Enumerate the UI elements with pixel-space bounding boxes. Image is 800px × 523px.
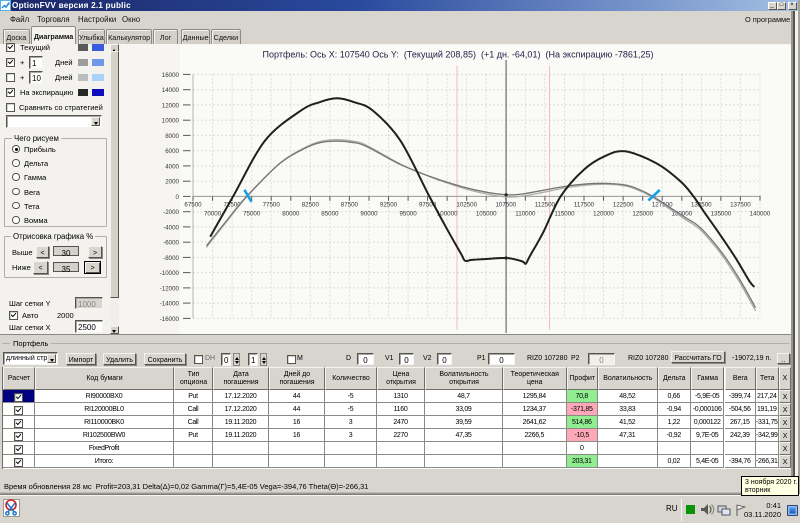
svg-text:85000: 85000: [321, 211, 339, 218]
svg-text:14000: 14000: [162, 87, 180, 94]
svg-text:77500: 77500: [263, 202, 281, 209]
svg-text:-10000: -10000: [160, 270, 180, 277]
svg-text:135000: 135000: [711, 211, 732, 218]
svg-text:Портфель: Ось X: 107540 Ось Y:: Портфель: Ось X: 107540 Ось Y: (Текущий …: [263, 50, 654, 60]
svg-text:110000: 110000: [515, 211, 536, 218]
svg-text:-14000: -14000: [160, 301, 180, 308]
svg-text:16000: 16000: [162, 72, 180, 79]
svg-text:102500: 102500: [456, 202, 477, 209]
svg-text:75000: 75000: [243, 211, 261, 218]
svg-text:80000: 80000: [282, 211, 300, 218]
svg-text:0: 0: [176, 194, 180, 201]
svg-text:12000: 12000: [162, 102, 180, 109]
svg-text:107500: 107500: [495, 202, 516, 209]
svg-text:-12000: -12000: [160, 285, 180, 292]
svg-text:-16000: -16000: [160, 316, 180, 323]
svg-text:87500: 87500: [341, 202, 359, 209]
svg-text:115000: 115000: [554, 211, 575, 218]
svg-text:122500: 122500: [613, 202, 634, 209]
svg-text:2000: 2000: [165, 179, 179, 186]
svg-text:112500: 112500: [535, 202, 556, 209]
svg-text:67500: 67500: [184, 202, 202, 209]
svg-text:137500: 137500: [730, 202, 751, 209]
svg-text:92500: 92500: [380, 202, 398, 209]
svg-text:-8000: -8000: [163, 255, 179, 262]
svg-text:70000: 70000: [204, 211, 222, 218]
svg-text:-2000: -2000: [163, 209, 179, 216]
svg-text:120000: 120000: [593, 211, 614, 218]
svg-text:105000: 105000: [476, 211, 497, 218]
svg-text:140000: 140000: [750, 211, 771, 218]
svg-text:6000: 6000: [165, 148, 179, 155]
svg-text:95000: 95000: [399, 211, 417, 218]
svg-text:-6000: -6000: [163, 240, 179, 247]
svg-text:10000: 10000: [162, 118, 180, 125]
svg-text:125000: 125000: [632, 211, 653, 218]
svg-text:90000: 90000: [360, 211, 378, 218]
svg-text:82500: 82500: [302, 202, 320, 209]
svg-text:-4000: -4000: [163, 224, 179, 231]
svg-text:8000: 8000: [165, 133, 179, 140]
svg-text:117500: 117500: [574, 202, 595, 209]
svg-text:4000: 4000: [165, 163, 179, 170]
